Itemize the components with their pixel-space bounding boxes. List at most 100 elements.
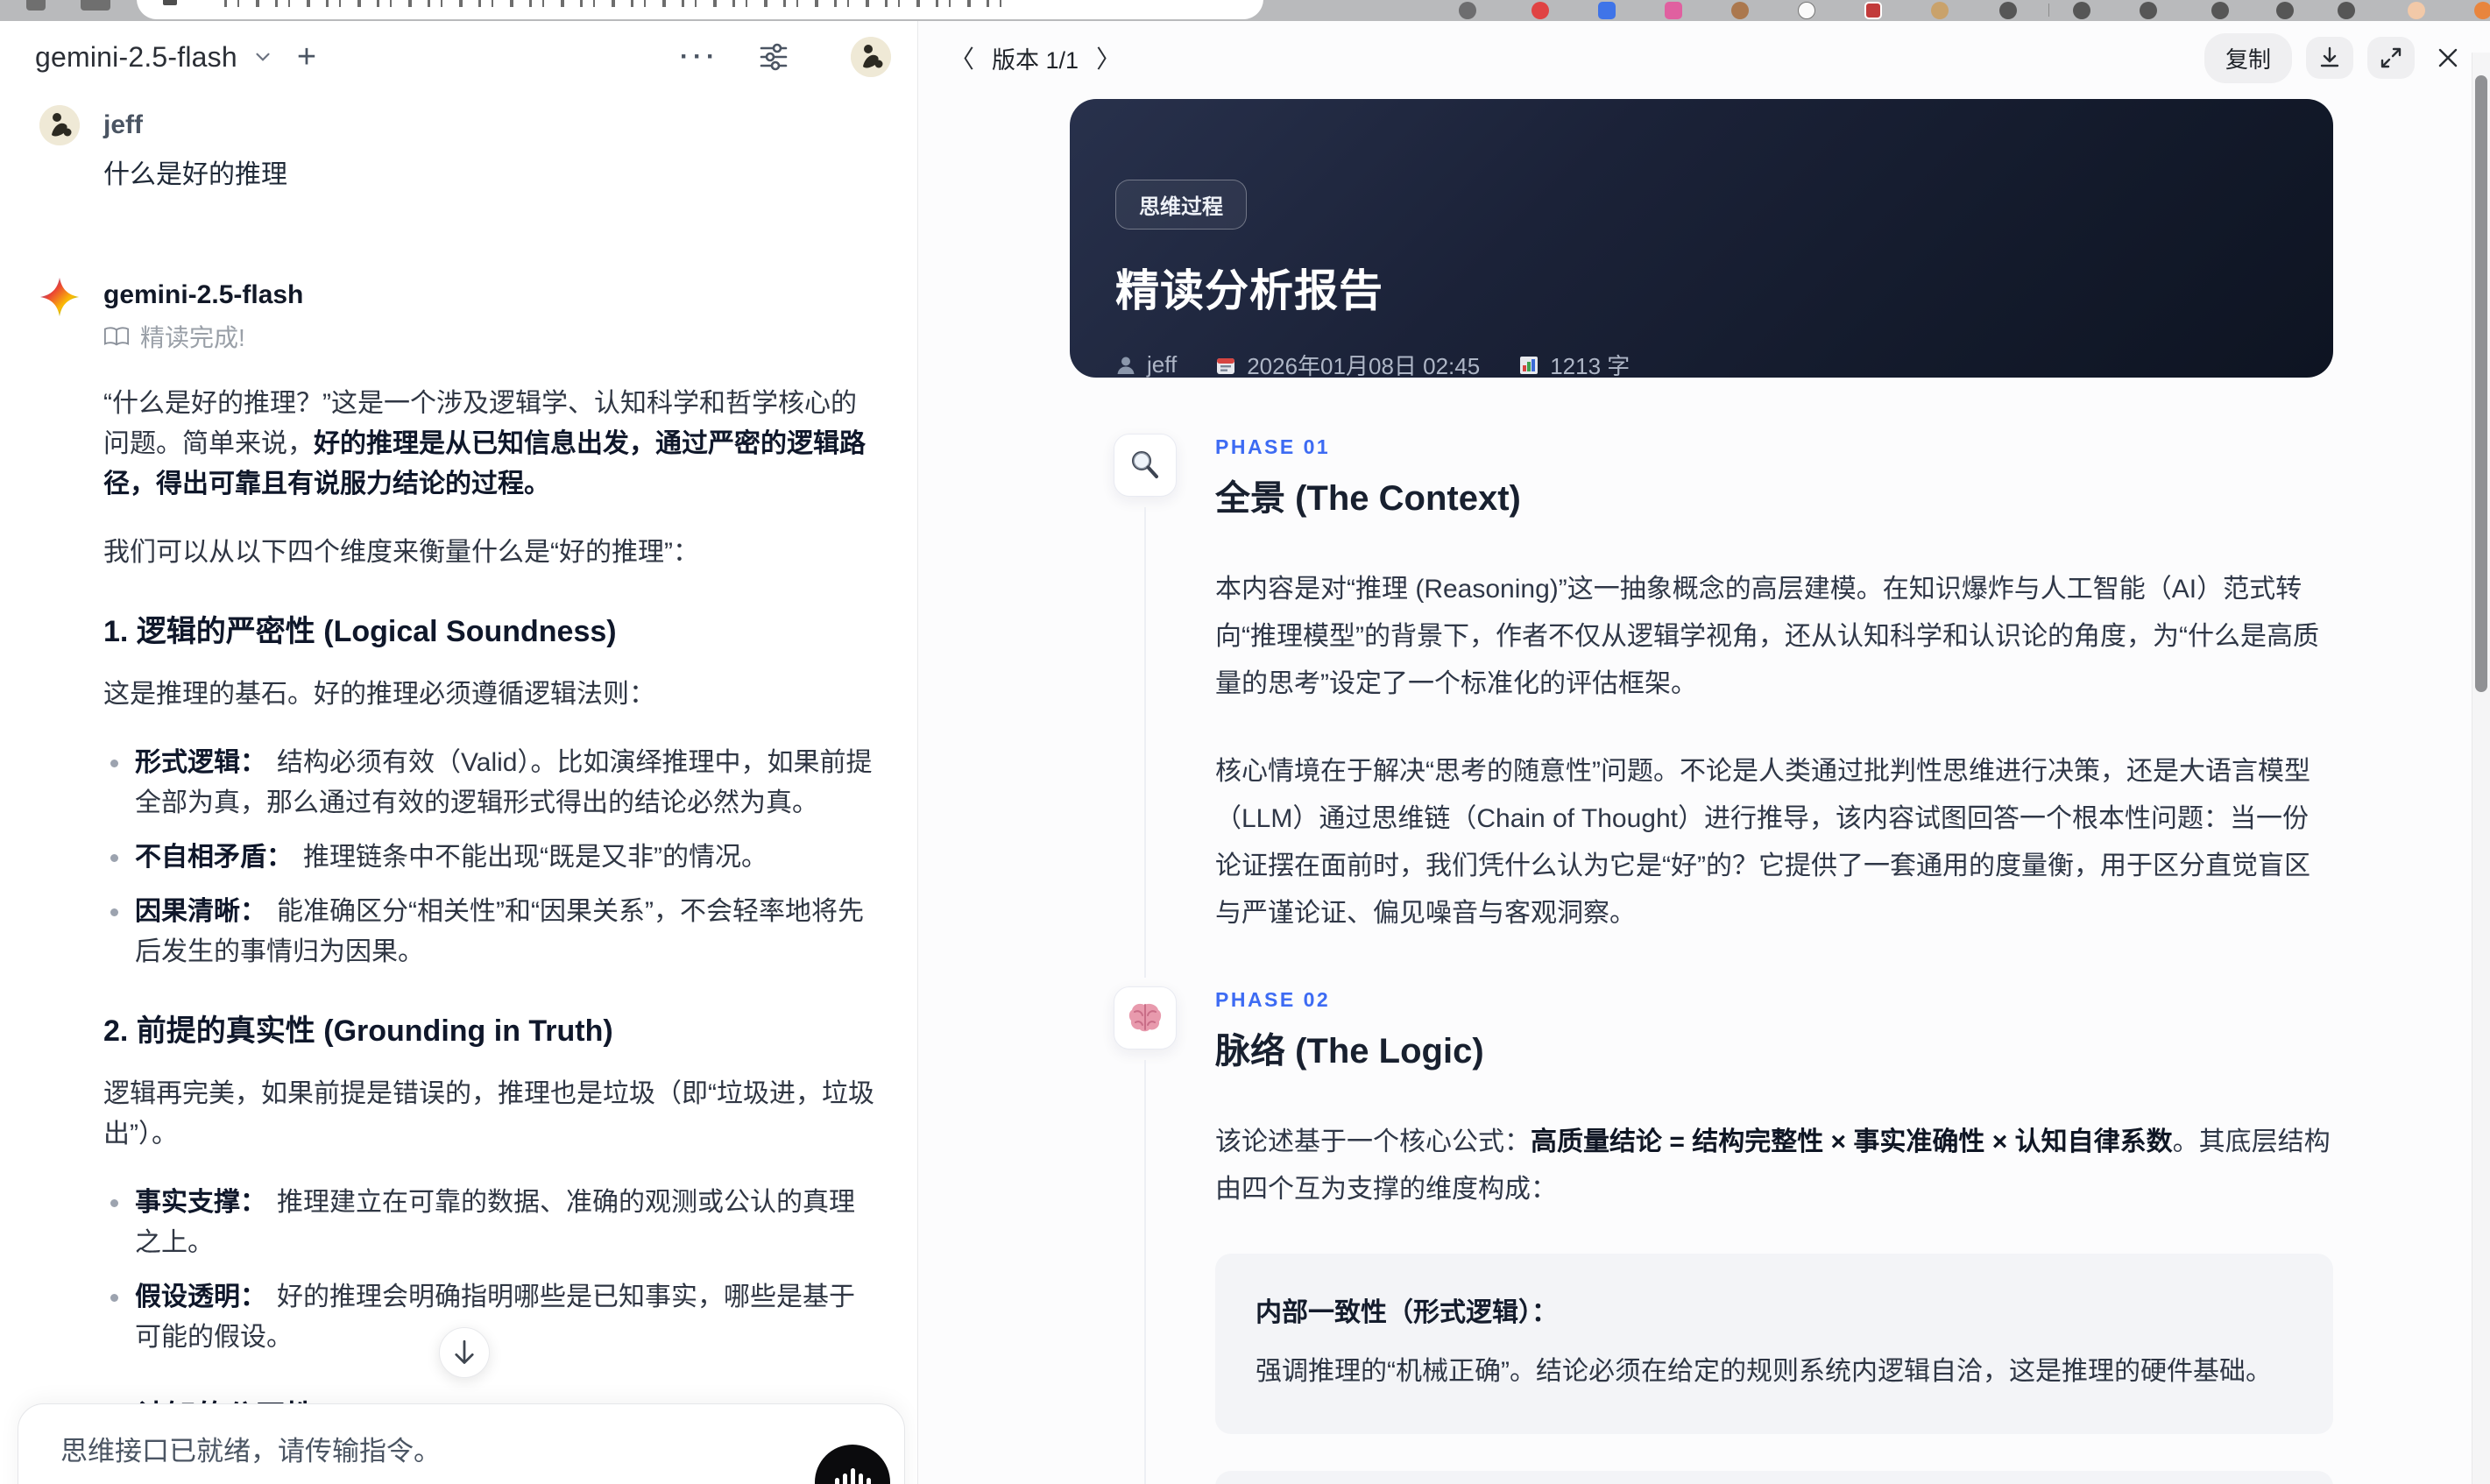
section-lead: 这是推理的基石。好的推理必须遵循逻辑法则： xyxy=(103,680,655,709)
scrollbar-track[interactable] xyxy=(2472,53,2490,1484)
timeline-line xyxy=(1144,507,1146,978)
bullet-term: 不自相矛盾： xyxy=(135,843,293,872)
message-text: 什么是好的推理 xyxy=(103,160,287,189)
phase-label: PHASE 02 xyxy=(1215,988,1331,1011)
artifact-actions: 复制 xyxy=(2204,32,2467,83)
brain-icon xyxy=(1114,986,1177,1049)
author-meta: jeff xyxy=(1115,351,1177,378)
phase-title: 全景 (The Context) xyxy=(1215,479,1521,518)
paragraph: 本内容是对“推理 (Reasoning)”这一抽象概念的高层建模。在知识爆炸与人… xyxy=(1215,575,2319,698)
message-body: jeff 什么是好的推理 xyxy=(103,105,881,191)
bullet-list: 事实支撑： 推理建立在可靠的数据、准确的观测或公认的真理之上。 假设透明： 好的推理… xyxy=(103,1183,881,1358)
phase-content: PHASE 01 全景 (The Context) 本内容是对“推理 (Reas… xyxy=(1215,434,2333,978)
message-body: gemini-2.5-flash 精读完成! “什么是好的推理？”这是一个涉及逻… xyxy=(103,275,881,1484)
text-run: 该论述基于一个核心公式： xyxy=(1215,1127,1531,1156)
paragraph: 核心情境在于解决“思考的随意性”问题。不论是人类通过批判性思维进行决策，还是大语… xyxy=(1215,757,2310,928)
browser-tabs-icon[interactable] xyxy=(81,0,110,11)
gemini-logo-icon xyxy=(39,277,80,1484)
assistant-markdown: “什么是好的推理？”这是一个涉及逻辑学、认知科学和哲学核心的问题。简单来说，好的… xyxy=(103,384,881,1484)
extension-icon[interactable] xyxy=(2073,2,2090,19)
waveform-icon xyxy=(835,1468,871,1484)
paragraph: 我们可以从以下四个维度来衡量什么是“好的推理”： xyxy=(103,538,699,567)
extension-icon[interactable] xyxy=(2276,2,2294,19)
date-meta: 2026年01月08日 02:45 xyxy=(1215,349,1480,378)
new-chat-button[interactable]: + xyxy=(297,40,316,74)
extension-icon[interactable] xyxy=(1731,2,1749,19)
author-name: jeff xyxy=(1147,351,1178,378)
bullet-text: 推理链条中不能出现“既是又非”的情况。 xyxy=(303,843,768,872)
report-meta: jeff 2026年01月08日 02:45 1213 字 xyxy=(1115,349,2284,378)
copy-button[interactable]: 复制 xyxy=(2204,32,2292,83)
extension-icon[interactable] xyxy=(1598,2,1616,19)
extension-icon[interactable] xyxy=(1999,2,2017,19)
list-item: 事实支撑： 推理建立在可靠的数据、准确的观测或公认的真理之上。 xyxy=(103,1183,881,1263)
dimension-card-2: 外部真实性（前提基础）： 强调推理的“经验校准”。解决“GIGO（垃圾进，垃圾出… xyxy=(1215,1471,2333,1484)
browser-menu-icon[interactable] xyxy=(2474,2,2490,19)
status-line: 精读完成! xyxy=(103,319,881,354)
close-button[interactable] xyxy=(2429,37,2467,79)
model-selector[interactable]: gemini-2.5-flash xyxy=(35,41,237,74)
previous-version-button[interactable]: 〈 xyxy=(950,40,974,75)
extension-icon[interactable] xyxy=(1459,2,1476,19)
more-options-button[interactable]: ··· xyxy=(680,42,719,72)
browser-back-icon[interactable] xyxy=(26,0,46,11)
browser-chrome xyxy=(0,0,2490,21)
extension-icon[interactable] xyxy=(1665,2,1682,19)
app-window: gemini-2.5-flash + ··· jeff 什么是好的推理 gemi… xyxy=(0,21,2490,1484)
word-count-text: 1213 字 xyxy=(1550,353,1631,378)
extension-icon[interactable] xyxy=(2140,2,2157,19)
phase-paragraphs: 本内容是对“推理 (Reasoning)”这一抽象概念的高层建模。在知识爆炸与人… xyxy=(1215,566,2333,937)
formula-bold: 高质量结论 = 结构完整性 × 事实准确性 × 认知自律系数 xyxy=(1531,1127,2173,1156)
user-avatar[interactable] xyxy=(851,37,891,77)
extension-icon[interactable] xyxy=(1531,2,1549,19)
sender-name: gemini-2.5-flash xyxy=(103,280,304,309)
chat-header: gemini-2.5-flash + ··· xyxy=(0,21,917,93)
expand-icon xyxy=(2380,47,2402,68)
phase-section-2: PHASE 02 脉络 (The Logic) 该论述基于一个核心公式：高质量结… xyxy=(1070,986,2333,1484)
date-text: 2026年01月08日 02:45 xyxy=(1247,353,1481,378)
message-composer[interactable]: 思维接口已就绪，请传输指令。 + xyxy=(18,1403,905,1484)
bullet-term: 事实支撑： xyxy=(135,1188,266,1217)
scroll-to-bottom-button[interactable] xyxy=(439,1327,490,1378)
open-book-icon xyxy=(103,325,130,348)
section-lead: 逻辑再完美，如果前提是错误的，推理也是垃圾（即“垃圾进，垃圾出”）。 xyxy=(103,1079,874,1148)
url-text-fragment xyxy=(224,0,1013,7)
version-label: 版本 1/1 xyxy=(992,46,1079,74)
chevron-down-icon[interactable] xyxy=(251,46,274,68)
settings-sliders-icon[interactable] xyxy=(756,39,791,74)
url-bar[interactable] xyxy=(137,0,1263,19)
download-button[interactable] xyxy=(2306,37,2353,79)
bullet-term: 因果清晰： xyxy=(135,897,266,926)
calendar-icon xyxy=(1217,357,1235,374)
message-input[interactable]: 思维接口已就绪，请传输指令。 xyxy=(60,1429,866,1468)
bar-chart-icon xyxy=(1520,356,1539,374)
section-heading: 2. 前提的真实性 (Grounding in Truth) xyxy=(103,1014,613,1048)
chat-message-list[interactable]: jeff 什么是好的推理 gemini-2.5-flash 精读完成! “什么是… xyxy=(0,93,917,1484)
section-heading: 1. 逻辑的严密性 (Logical Soundness) xyxy=(103,615,617,648)
expand-button[interactable] xyxy=(2367,37,2415,79)
phase-content: PHASE 02 脉络 (The Logic) 该论述基于一个核心公式：高质量结… xyxy=(1215,986,2333,1484)
card-body: 强调推理的“机械正确”。结论必须在给定的规则系统内逻辑自洽，这是推理的硬件基础。 xyxy=(1256,1357,2272,1386)
phase-section-1: PHASE 01 全景 (The Context) 本内容是对“推理 (Reas… xyxy=(1070,434,2333,978)
paragraph: “什么是好的推理？”这是一个涉及逻辑学、认知科学和哲学核心的问题。简单来说，好的… xyxy=(103,384,881,505)
report-badge: 思维过程 xyxy=(1115,180,1247,230)
magnifier-icon xyxy=(1114,434,1177,497)
bullet-term: 形式逻辑： xyxy=(135,748,266,777)
timeline-line xyxy=(1144,1060,1146,1484)
card-title: 内部一致性（形式逻辑）： xyxy=(1256,1298,1558,1327)
sender-name: jeff xyxy=(103,110,143,139)
extension-icon[interactable] xyxy=(1798,2,1815,19)
report-body[interactable]: PHASE 01 全景 (The Context) 本内容是对“推理 (Reas… xyxy=(1070,434,2333,1484)
scrollbar-thumb[interactable] xyxy=(2475,75,2487,692)
profile-avatar-icon[interactable] xyxy=(2408,2,2425,19)
extension-icon[interactable] xyxy=(1931,2,1949,19)
puzzle-extensions-icon[interactable] xyxy=(2338,2,2355,19)
extension-icon[interactable] xyxy=(2211,2,2229,19)
list-item: 假设透明： 好的推理会明确指明哪些是已知事实，哪些是基于可能的假设。 xyxy=(103,1277,881,1358)
report-title: 精读分析报告 xyxy=(1115,266,1383,315)
extension-icon[interactable] xyxy=(1864,2,1882,19)
close-icon xyxy=(2438,48,2458,67)
timeline-rail xyxy=(1114,986,1177,1484)
site-favicon xyxy=(163,0,177,5)
next-version-button[interactable]: 〉 xyxy=(1096,40,1121,75)
